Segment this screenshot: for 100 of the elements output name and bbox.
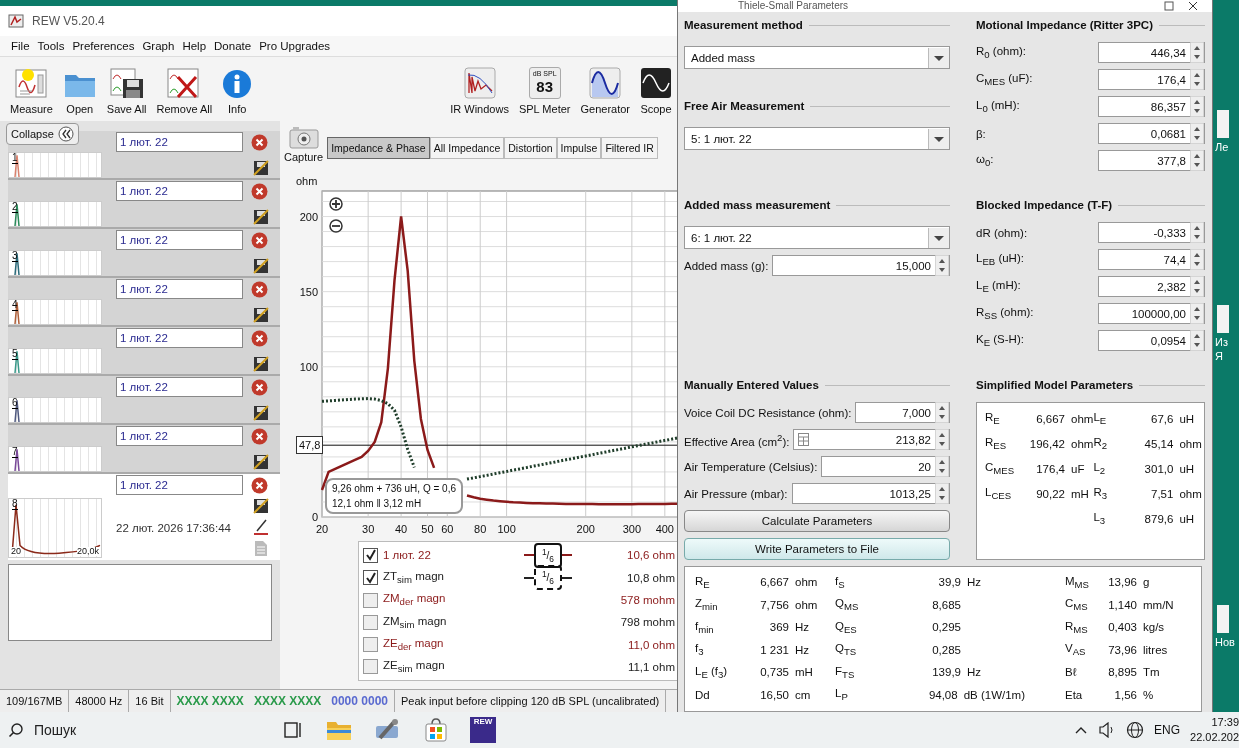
number-field[interactable]: 74,4	[1098, 249, 1205, 270]
measurement-name-field[interactable]: 1 лют. 22	[116, 426, 243, 446]
menu-item[interactable]: Preferences	[69, 40, 138, 52]
toolbar-button[interactable]: Open	[60, 57, 99, 121]
graph-tab[interactable]: Impedance & Phase	[327, 137, 430, 159]
menu-item[interactable]: Tools	[34, 40, 68, 52]
delete-icon[interactable]	[251, 476, 268, 494]
measurement-name-field[interactable]: 1 лют. 22	[116, 181, 243, 201]
zoom-out-icon[interactable]	[329, 219, 343, 233]
measurement-thumbnail[interactable]: 8 20 20,0k	[8, 498, 102, 558]
graph-tab[interactable]: Filtered IR	[601, 137, 658, 159]
save-icon[interactable]	[253, 258, 269, 274]
toolbar-button[interactable]: Save All	[104, 57, 149, 121]
toolbar-button[interactable]: Remove All	[154, 57, 215, 121]
number-field[interactable]: 2,382	[1098, 276, 1205, 297]
desktop-icon-label[interactable]: Ле	[1215, 140, 1229, 154]
save-icon[interactable]	[253, 209, 269, 225]
measurement-thumbnail[interactable]: 3	[8, 250, 102, 276]
app-taskbar-button[interactable]: REW	[470, 717, 496, 743]
dropdown[interactable]: 6: 1 лют. 22	[684, 226, 950, 249]
clock-time[interactable]: 17:39	[1211, 715, 1239, 730]
number-field[interactable]: 7,000	[855, 402, 950, 423]
capture-button[interactable]: Capture	[284, 121, 324, 175]
measurement-thumbnail[interactable]: 7	[8, 446, 102, 472]
menu-item[interactable]: Pro Upgrades	[256, 40, 334, 52]
save-icon[interactable]	[253, 454, 269, 470]
save-icon[interactable]	[253, 497, 269, 514]
measurement-thumbnail[interactable]: 5	[8, 348, 102, 374]
delete-icon[interactable]	[251, 133, 268, 151]
clock-date[interactable]: 22.02.202	[1190, 730, 1239, 745]
menu-item[interactable]: Donate	[211, 40, 255, 52]
measurement-thumbnail[interactable]: 1	[8, 152, 102, 178]
spinner-icon[interactable]	[1190, 303, 1204, 324]
measurement-tab[interactable]: 1 лют. 22 8 20 20,0k 22 лют. 2026 17:36:44	[8, 474, 280, 560]
delete-icon[interactable]	[251, 280, 268, 298]
spinner-icon[interactable]	[935, 255, 949, 276]
spinner-icon[interactable]	[935, 456, 949, 477]
action-button[interactable]: Calculate Parameters	[684, 510, 950, 532]
desktop-icon-label[interactable]: Нов	[1215, 635, 1235, 649]
number-field[interactable]: 446,34	[1098, 42, 1205, 63]
zoom-in-icon[interactable]	[329, 197, 343, 211]
spinner-icon[interactable]	[935, 429, 949, 450]
measurement-name-field[interactable]: 1 лют. 22	[116, 230, 243, 250]
shortcut-icon[interactable]	[1215, 305, 1229, 335]
measurement-thumbnail[interactable]: 6	[8, 397, 102, 423]
checkbox[interactable]	[363, 659, 378, 675]
delete-icon[interactable]	[251, 182, 268, 200]
toolbar-button[interactable]: Scope	[638, 57, 674, 121]
number-field[interactable]: 100000,00	[1098, 303, 1205, 324]
collapse-button[interactable]: Collapse	[6, 123, 79, 145]
checkbox[interactable]	[363, 570, 378, 586]
measurement-tab[interactable]: 1 лют. 22 5	[8, 327, 280, 376]
spinner-icon[interactable]	[1190, 249, 1204, 270]
number-field[interactable]: -0,333	[1098, 222, 1205, 243]
number-field[interactable]: 20	[821, 456, 950, 477]
measurement-name-field[interactable]: 1 лют. 22	[116, 132, 243, 152]
checkbox[interactable]	[363, 614, 378, 630]
number-field[interactable]: 1013,25	[791, 483, 950, 504]
spinner-icon[interactable]	[935, 402, 949, 423]
delete-icon[interactable]	[251, 427, 268, 445]
spinner-icon[interactable]	[1190, 42, 1204, 63]
action-button[interactable]: Write Parameters to File	[684, 538, 950, 560]
measurement-name-field[interactable]: 1 лют. 22	[116, 377, 243, 397]
spinner-icon[interactable]	[1190, 123, 1204, 144]
toolbar-button[interactable]: Measure	[8, 57, 55, 121]
save-icon[interactable]	[253, 307, 269, 323]
search-field[interactable]: Пошук	[0, 712, 270, 748]
measurement-tab[interactable]: 1 лют. 22 2	[8, 180, 280, 229]
measurement-tab[interactable]: 1 лют. 22 7	[8, 425, 280, 474]
checkbox[interactable]	[363, 637, 378, 653]
graph-tab[interactable]: Impulse	[556, 137, 602, 159]
save-icon[interactable]	[253, 405, 269, 421]
spinner-icon[interactable]	[935, 483, 949, 504]
measurement-name-field[interactable]: 1 лют. 22	[116, 328, 243, 348]
measurement-tab[interactable]: 1 лют. 22 3	[8, 229, 280, 278]
shopping-bag-icon[interactable]	[424, 718, 448, 742]
chevron-up-icon[interactable]	[1074, 725, 1089, 735]
measurement-name-field[interactable]: 1 лют. 22	[116, 475, 243, 495]
spinner-icon[interactable]	[1190, 69, 1204, 90]
dropdown[interactable]: 5: 1 лют. 22	[684, 127, 950, 150]
spinner-icon[interactable]	[1190, 222, 1204, 243]
measurement-thumbnail[interactable]: 2	[8, 201, 102, 227]
calculator-icon[interactable]	[798, 433, 810, 446]
delete-icon[interactable]	[251, 231, 268, 249]
number-field[interactable]: 0,0954	[1098, 330, 1205, 351]
measurement-name-field[interactable]: 1 лют. 22	[116, 279, 243, 299]
spinner-icon[interactable]	[1190, 330, 1204, 351]
number-field[interactable]: 0,0681	[1098, 123, 1205, 144]
dropdown-arrow-icon[interactable]	[928, 227, 949, 248]
number-field[interactable]: 176,4	[1098, 69, 1205, 90]
pen-icon[interactable]	[253, 517, 269, 536]
number-field[interactable]: 15,000	[772, 255, 950, 276]
save-icon[interactable]	[253, 160, 269, 176]
close-icon[interactable]	[1188, 1, 1198, 11]
menu-item[interactable]: Graph	[139, 40, 178, 52]
number-field[interactable]: 213,82	[793, 429, 950, 450]
task-view-icon[interactable]	[282, 720, 304, 740]
number-field[interactable]: 86,357	[1098, 96, 1205, 117]
desktop-icon-label[interactable]: Из	[1215, 335, 1228, 349]
menu-item[interactable]: File	[8, 40, 33, 52]
